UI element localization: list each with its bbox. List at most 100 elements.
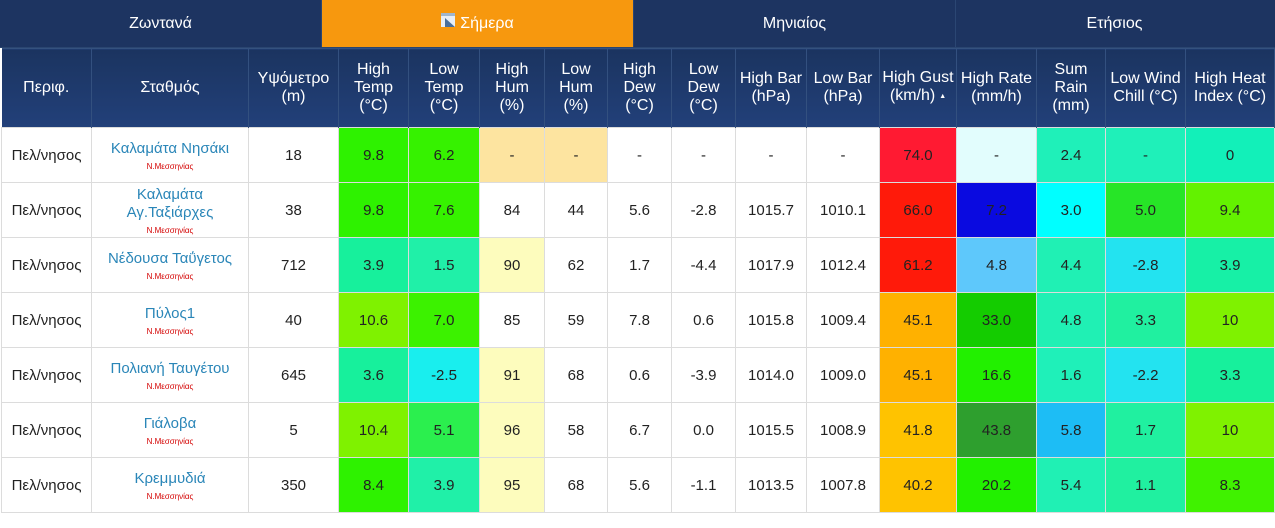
header-high-gust[interactable]: High Gust (km/h) ▲: [879, 48, 957, 128]
tab-live[interactable]: Ζωντανά: [0, 0, 322, 47]
high-temp-cell: 10.6: [338, 292, 409, 348]
region-cell: Πελ/νησος: [1, 347, 92, 403]
header-high-bar[interactable]: High Bar (hPa): [735, 48, 807, 128]
tab-monthly[interactable]: Μηνιαίος: [634, 0, 956, 47]
high-hum-cell: 84: [479, 182, 545, 238]
header-high-rate[interactable]: High Rate (mm/h): [956, 48, 1037, 128]
altitude-cell: 712: [248, 237, 339, 293]
low-hum-cell: -: [544, 127, 608, 183]
station-link[interactable]: Πολιανή Ταυγέτου: [94, 360, 246, 378]
high-gust-cell: 45.1: [879, 347, 957, 403]
high-gust-cell: 66.0: [879, 182, 957, 238]
station-link[interactable]: Γιάλοβα: [94, 415, 246, 433]
station-prefecture: Ν.Μεσσηνίας: [146, 381, 194, 391]
station-cell: Πύλος1 Ν.Μεσσηνίας: [91, 292, 249, 348]
high-gust-cell: 61.2: [879, 237, 957, 293]
altitude-cell: 5: [248, 402, 339, 458]
low-hum-cell: 58: [544, 402, 608, 458]
tab-monthly-label: Μηνιαίος: [762, 14, 827, 32]
header-altitude[interactable]: Υψόμετρο (m): [248, 48, 339, 128]
tab-today[interactable]: Σήμερα: [322, 0, 634, 47]
station-cell: Καλαμάτα Αγ.Ταξιάρχες Ν.Μεσσηνίας: [91, 182, 249, 238]
header-low-bar[interactable]: Low Bar (hPa): [806, 48, 880, 128]
header-station[interactable]: Σταθμός: [91, 48, 249, 128]
table-row: Πελ/νησος Κρεμμυδιά Ν.Μεσσηνίας 350 8.4 3.9 95…: [1, 457, 1275, 513]
low-temp-cell: -2.5: [408, 347, 480, 403]
header-label: High Temp (°C): [353, 61, 394, 114]
header-high-temp[interactable]: High Temp (°C): [338, 48, 409, 128]
station-cell: Καλαμάτα Νησάκι Ν.Μεσσηνίας: [91, 127, 249, 183]
header-low-dew[interactable]: Low Dew (°C): [671, 48, 736, 128]
high-temp-cell: 10.4: [338, 402, 409, 458]
high-heat-index-cell: 0: [1185, 127, 1275, 183]
region-cell: Πελ/νησος: [1, 457, 92, 513]
high-bar-cell: -: [735, 127, 807, 183]
low-hum-cell: 59: [544, 292, 608, 348]
high-hum-cell: 91: [479, 347, 545, 403]
high-bar-cell: 1015.7: [735, 182, 807, 238]
station-prefecture: Ν.Μεσσηνίας: [146, 161, 194, 171]
header-high-dew[interactable]: High Dew (°C): [607, 48, 672, 128]
low-wind-chill-cell: 1.7: [1105, 402, 1186, 458]
header-low-hum[interactable]: Low Hum (%): [544, 48, 608, 128]
low-dew-cell: -3.9: [671, 347, 736, 403]
sum-rain-cell: 4.8: [1036, 292, 1106, 348]
header-region[interactable]: Περιφ.: [1, 48, 92, 128]
high-rate-cell: 4.8: [956, 237, 1037, 293]
high-temp-cell: 3.9: [338, 237, 409, 293]
header-label: Sum Rain (mm): [1052, 61, 1090, 114]
station-link[interactable]: Καλαμάτα Αγ.Ταξιάρχες: [94, 186, 246, 222]
high-gust-cell: 74.0: [879, 127, 957, 183]
header-high-hum[interactable]: High Hum (%): [479, 48, 545, 128]
station-prefecture: Ν.Μεσσηνίας: [146, 225, 194, 235]
table-row: Πελ/νησος Καλαμάτα Αγ.Ταξιάρχες Ν.Μεσσηνία…: [1, 182, 1275, 238]
header-high-heat-index[interactable]: High Heat Index (°C): [1185, 48, 1275, 128]
header-label: High Bar (hPa): [739, 70, 803, 105]
high-heat-index-cell: 8.3: [1185, 457, 1275, 513]
header-label: Σταθμός: [140, 79, 200, 96]
region-cell: Πελ/νησος: [1, 292, 92, 348]
calendar-icon: [441, 12, 456, 27]
high-hum-cell: 90: [479, 237, 545, 293]
station-link[interactable]: Κρεμμυδιά: [94, 470, 246, 488]
tab-yearly[interactable]: Ετήσιος: [956, 0, 1273, 47]
station-prefecture: Ν.Μεσσηνίας: [146, 271, 194, 281]
high-rate-cell: 33.0: [956, 292, 1037, 348]
low-hum-cell: 44: [544, 182, 608, 238]
table-row: Πελ/νησος Πύλος1 Ν.Μεσσηνίας 40 10.6 7.0 85 59 7…: [1, 292, 1275, 348]
altitude-cell: 40: [248, 292, 339, 348]
high-rate-cell: 16.6: [956, 347, 1037, 403]
station-link[interactable]: Νέδουσα Ταΰγετος: [94, 250, 246, 268]
high-temp-cell: 8.4: [338, 457, 409, 513]
low-dew-cell: -1.1: [671, 457, 736, 513]
sum-rain-cell: 5.8: [1036, 402, 1106, 458]
altitude-cell: 350: [248, 457, 339, 513]
header-label: High Dew (°C): [623, 61, 656, 114]
header-label: Low Wind Chill (°C): [1110, 70, 1181, 105]
header-label: Περιφ.: [23, 79, 70, 96]
low-temp-cell: 3.9: [408, 457, 480, 513]
low-wind-chill-cell: 3.3: [1105, 292, 1186, 348]
high-heat-index-cell: 3.3: [1185, 347, 1275, 403]
low-bar-cell: 1010.1: [806, 182, 880, 238]
high-rate-cell: 20.2: [956, 457, 1037, 513]
low-bar-cell: -: [806, 127, 880, 183]
high-bar-cell: 1017.9: [735, 237, 807, 293]
stations-table: Περιφ. Σταθμός Υψόμετρο (m) High Temp (°C) L…: [1, 48, 1275, 513]
header-low-temp[interactable]: Low Temp (°C): [408, 48, 480, 128]
low-temp-cell: 1.5: [408, 237, 480, 293]
station-link[interactable]: Πύλος1: [94, 305, 246, 323]
header-low-wind-chill[interactable]: Low Wind Chill (°C): [1105, 48, 1186, 128]
high-rate-cell: 43.8: [956, 402, 1037, 458]
header-sum-rain[interactable]: Sum Rain (mm): [1036, 48, 1106, 128]
station-link[interactable]: Καλαμάτα Νησάκι: [94, 140, 246, 158]
low-wind-chill-cell: 1.1: [1105, 457, 1186, 513]
table-body: Πελ/νησος Καλαμάτα Νησάκι Ν.Μεσσηνίας 18 9.8…: [1, 127, 1275, 513]
low-temp-cell: 6.2: [408, 127, 480, 183]
low-dew-cell: -: [671, 127, 736, 183]
high-hum-cell: 95: [479, 457, 545, 513]
altitude-cell: 645: [248, 347, 339, 403]
region-cell: Πελ/νησος: [1, 402, 92, 458]
high-temp-cell: 9.8: [338, 182, 409, 238]
low-hum-cell: 68: [544, 457, 608, 513]
